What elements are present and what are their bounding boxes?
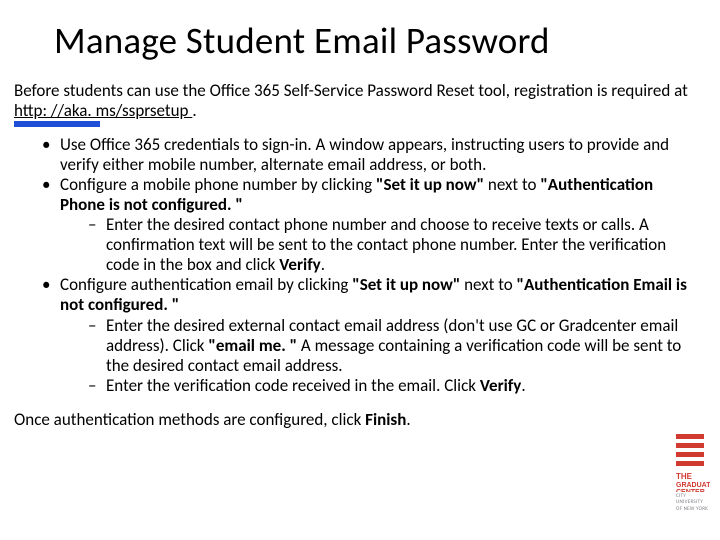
bullet-phone-sub1-verify: Verify	[279, 254, 320, 275]
bullet-phone-sub1-pre: Enter the desired contact phone number a…	[106, 214, 666, 275]
bullet-phone-sub1-post: .	[321, 254, 325, 275]
svg-text:CENTER: CENTER	[676, 489, 705, 492]
logo-subtext-2: OF NEW YORK	[670, 507, 710, 512]
bullet-phone: Configure a mobile phone number by click…	[42, 175, 696, 275]
bullet-signin-text: Use Office 365 credentials to sign-in. A…	[60, 134, 669, 175]
instruction-list: Use Office 365 credentials to sign-in. A…	[14, 135, 706, 396]
closing-post: .	[406, 409, 410, 430]
bullet-email: Configure authentication email by clicki…	[42, 275, 696, 395]
bullet-email-setitup: "Set it up now"	[352, 274, 460, 295]
bullet-signin: Use Office 365 credentials to sign-in. A…	[42, 135, 696, 175]
closing-paragraph: Once authentication methods are configur…	[14, 410, 706, 430]
bullet-phone-mid: next to	[484, 174, 540, 195]
link-underline-bar	[14, 121, 100, 127]
svg-text:GRADUATE: GRADUATE	[676, 482, 710, 489]
bullet-email-sub2: Enter the verification code received in …	[88, 376, 696, 396]
logo-subtext-1: CITY UNIVERSITY	[670, 494, 710, 505]
bullet-email-sublist: Enter the desired external contact email…	[60, 316, 696, 396]
link-text: http: //aka. ms/ssprsetup	[14, 100, 188, 121]
bullet-phone-sub1: Enter the desired contact phone number a…	[88, 215, 696, 275]
closing-finish: Finish	[365, 409, 406, 430]
logo-icon: THE GRADUATE CENTER	[670, 434, 710, 492]
bullet-email-sub1: Enter the desired external contact email…	[88, 316, 696, 376]
bullet-email-sub2-verify: Verify	[480, 375, 521, 396]
bullet-phone-setitup: "Set it up now"	[376, 174, 484, 195]
intro-suffix: .	[192, 100, 196, 121]
page-title: Manage Student Email Password	[14, 18, 706, 63]
bullet-phone-sublist: Enter the desired contact phone number a…	[60, 215, 696, 275]
intro-paragraph: Before students can use the Office 365 S…	[14, 81, 706, 121]
bullet-email-sub1-emailme: "email me. "	[208, 335, 297, 356]
graduate-center-logo: THE GRADUATE CENTER CITY UNIVERSITY OF N…	[670, 434, 710, 512]
bullet-email-pre: Configure authentication email by clicki…	[60, 274, 352, 295]
bullet-email-mid: next to	[460, 274, 516, 295]
bullet-email-sub2-post: .	[521, 375, 525, 396]
sspr-setup-link[interactable]: http: //aka. ms/ssprsetup	[14, 100, 192, 121]
closing-pre: Once authentication methods are configur…	[14, 409, 365, 430]
intro-text: Before students can use the Office 365 S…	[14, 80, 688, 101]
bullet-phone-pre: Configure a mobile phone number by click…	[60, 174, 376, 195]
svg-text:THE: THE	[676, 472, 693, 481]
slide: Manage Student Email Password Before stu…	[0, 0, 720, 540]
bullet-email-sub2-pre: Enter the verification code received in …	[106, 375, 480, 396]
